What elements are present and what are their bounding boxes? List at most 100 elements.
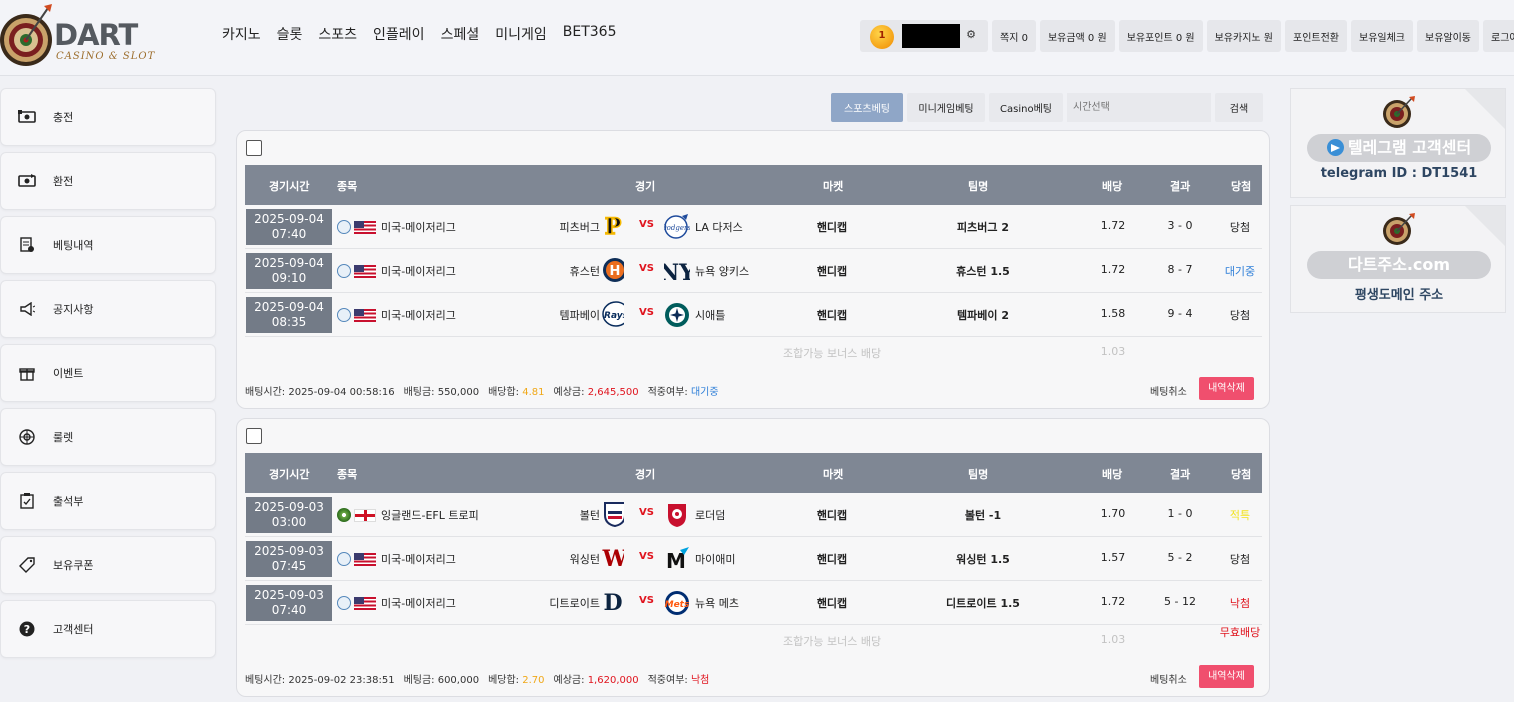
search-button[interactable]: 검색 xyxy=(1215,93,1263,122)
brand-subtitle: CASINO & SLOT xyxy=(56,51,156,62)
away-team: LA 다저스 xyxy=(695,221,743,234)
pick: 디트로이트 1.5 xyxy=(946,597,1020,610)
sidebar-item-megaphone[interactable]: 공지사항 xyxy=(0,280,216,338)
nav-item-3[interactable]: 인플레이 xyxy=(373,24,425,44)
balance-check-button[interactable]: 보유일체크 xyxy=(1351,20,1413,52)
score: 8 - 7 xyxy=(1167,263,1193,276)
league-info: 미국-메이저리그 xyxy=(337,219,456,235)
casino-balance-display[interactable]: 보유카지노 원 xyxy=(1206,20,1281,52)
sidebar-item-betting-history[interactable]: 베팅내역 xyxy=(0,216,216,274)
tab-sports-betting[interactable]: 스포츠베팅 xyxy=(831,93,903,122)
svg-text:D: D xyxy=(603,590,622,615)
sidebar-item-label: 환전 xyxy=(53,175,74,188)
home-team: 휴스턴 xyxy=(569,265,600,278)
sidebar-item-label: 베팅내역 xyxy=(53,239,94,252)
yankees-logo-icon: NY xyxy=(664,258,690,284)
balance-move-button[interactable]: 보유알이동 xyxy=(1417,20,1479,52)
league-info: 미국-메이저리그 xyxy=(337,307,456,323)
away-team: 로더덤 xyxy=(695,509,726,522)
telegram-support-banner[interactable]: 텔레그램 고객센터 telegram ID : DT1541 xyxy=(1290,88,1506,198)
expected-payout: 2,645,500 xyxy=(587,387,639,398)
level-badge-icon: 1 xyxy=(870,25,894,49)
nav-item-1[interactable]: 슬롯 xyxy=(277,24,303,44)
sidebar-item-cash-exchange[interactable]: 환전 xyxy=(0,152,216,210)
nav-item-5[interactable]: 미니게임 xyxy=(495,24,547,44)
messages-button[interactable]: 쪽지 0 xyxy=(992,20,1036,52)
balance-display[interactable]: 보유금액 0 원 xyxy=(1039,20,1115,52)
result-status: 적특 xyxy=(1229,509,1251,522)
odds: 1.72 xyxy=(1100,263,1126,276)
odds: 1.72 xyxy=(1100,219,1126,232)
sidebar-item-label: 이벤트 xyxy=(53,367,84,380)
result-status: 당첨 xyxy=(1229,221,1251,234)
domain-banner[interactable]: 다트주소.com 평생도메인 주소 xyxy=(1290,205,1506,313)
points-display[interactable]: 보유포인트 0 원 xyxy=(1118,20,1203,52)
result-status: 당첨 xyxy=(1229,553,1251,566)
home-team: 피츠버그 xyxy=(559,221,600,234)
bet-time: 배팅시간: 2025-09-04 00:58:16 xyxy=(245,387,395,398)
sidebar: 충전환전베팅내역공지사항이벤트룰렛출석부보유쿠폰 ? 고객센터 xyxy=(0,88,216,664)
delete-history-button[interactable]: 내역삭제 xyxy=(1199,665,1254,688)
tab-casino-betting[interactable]: Casino베팅 xyxy=(989,93,1063,122)
nav-item-2[interactable]: 스포츠 xyxy=(318,24,357,44)
point-convert-button[interactable]: 포인트전환 xyxy=(1285,20,1347,52)
telegram-pill: 텔레그램 고객센터 xyxy=(1307,134,1491,162)
settings-icon[interactable]: ⚙ xyxy=(966,28,976,41)
odds: 1.72 xyxy=(1100,595,1126,608)
away-team: 마이애미 xyxy=(695,553,736,566)
megaphone-icon xyxy=(18,300,36,318)
table-row[interactable]: 2025-09-03 07:45 미국-메이저리그 워싱턴 W VS M 마이애미 핸디캡 워싱턴… xyxy=(245,537,1262,581)
sidebar-item-label: 충전 xyxy=(53,111,74,124)
home-team: 워싱턴 xyxy=(569,553,600,566)
baseball-icon xyxy=(337,308,351,322)
svg-text:Rays: Rays xyxy=(604,311,624,321)
sidebar-item-help[interactable]: ? 고객센터 xyxy=(0,600,216,658)
result-status: 낙첨 xyxy=(1229,597,1251,610)
score: 5 - 2 xyxy=(1167,551,1193,564)
match-time: 2025-09-03 07:40 xyxy=(246,585,332,621)
vs-label: VS xyxy=(639,263,654,274)
dartboard-logo-icon xyxy=(0,4,52,66)
baseball-icon xyxy=(337,552,351,566)
column-header: 당첨 xyxy=(1231,468,1252,481)
brand-logo[interactable]: DART CASINO & SLOT xyxy=(0,2,160,72)
tab-minigame-betting[interactable]: 미니게임베팅 xyxy=(907,93,985,122)
market: 핸디캡 xyxy=(816,597,848,610)
market: 핸디캡 xyxy=(816,553,848,566)
column-header: 마켓 xyxy=(823,468,844,481)
sidebar-item-cash-in[interactable]: 충전 xyxy=(0,88,216,146)
table-row[interactable]: 2025-09-03 03:00 잉글랜드-EFL 트로피 볼턴 VS 로더덤 핸디캡 볼턴 … xyxy=(245,493,1262,537)
bet-select-checkbox[interactable] xyxy=(246,140,262,156)
table-row[interactable]: 2025-09-04 09:10 미국-메이저리그 휴스턴 H VS NY 뉴욕 양키스 핸디캡… xyxy=(245,249,1262,293)
market: 핸디캡 xyxy=(816,309,848,322)
account-bar: 1 ⚙ 쪽지 0 보유금액 0 원 보유포인트 0 원 보유카지노 원 포인트전환 보유일… xyxy=(860,20,1514,52)
sidebar-item-attendance[interactable]: 출석부 xyxy=(0,472,216,530)
user-info[interactable]: 1 ⚙ xyxy=(860,20,988,52)
vs-label: VS xyxy=(639,507,654,518)
vs-label: VS xyxy=(639,551,654,562)
sidebar-item-gift[interactable]: 이벤트 xyxy=(0,344,216,402)
total-odds: 2.70 xyxy=(522,675,545,686)
vs-label: VS xyxy=(639,595,654,606)
cancel-bet-button[interactable]: 베팅취소 xyxy=(1150,671,1187,686)
nav-item-4[interactable]: 스페셜 xyxy=(441,24,480,44)
bonus-row: 조합가능 보너스 배당 1.03 xyxy=(783,345,1126,360)
coupon-icon xyxy=(18,556,36,574)
column-header: 경기시간 xyxy=(269,180,310,193)
bet-select-checkbox[interactable] xyxy=(246,428,262,444)
nav-item-6[interactable]: BET365 xyxy=(563,24,617,44)
delete-history-button[interactable]: 내역삭제 xyxy=(1199,377,1254,400)
time-select-input[interactable] xyxy=(1067,93,1211,122)
cancel-bet-button[interactable]: 베팅취소 xyxy=(1150,383,1187,398)
table-row[interactable]: 2025-09-0408:35 미국-메이저리그 템파베이 Rays VS 시애틀 핸디캡 템… xyxy=(245,293,1262,337)
table-row[interactable]: 2025-09-03 07:40 미국-메이저리그 디트로이트 D VS Mets 뉴욕 메츠… xyxy=(245,581,1262,625)
home-team: 템파베이 xyxy=(559,309,600,322)
expected-payout: 1,620,000 xyxy=(587,675,639,686)
sidebar-item-coupon[interactable]: 보유쿠폰 xyxy=(0,536,216,594)
sidebar-item-roulette[interactable]: 룰렛 xyxy=(0,408,216,466)
bet-time: 베팅시간: 2025-09-02 23:38:51 xyxy=(245,675,395,686)
table-row[interactable]: 2025-09-0407:40 미국-메이저리그 피츠버그 P VS Dodgers LA … xyxy=(245,205,1262,249)
nav-item-0[interactable]: 카지노 xyxy=(222,24,261,44)
logout-button[interactable]: 로그아웃 xyxy=(1483,20,1514,52)
column-header: 경기시간 xyxy=(269,468,310,481)
